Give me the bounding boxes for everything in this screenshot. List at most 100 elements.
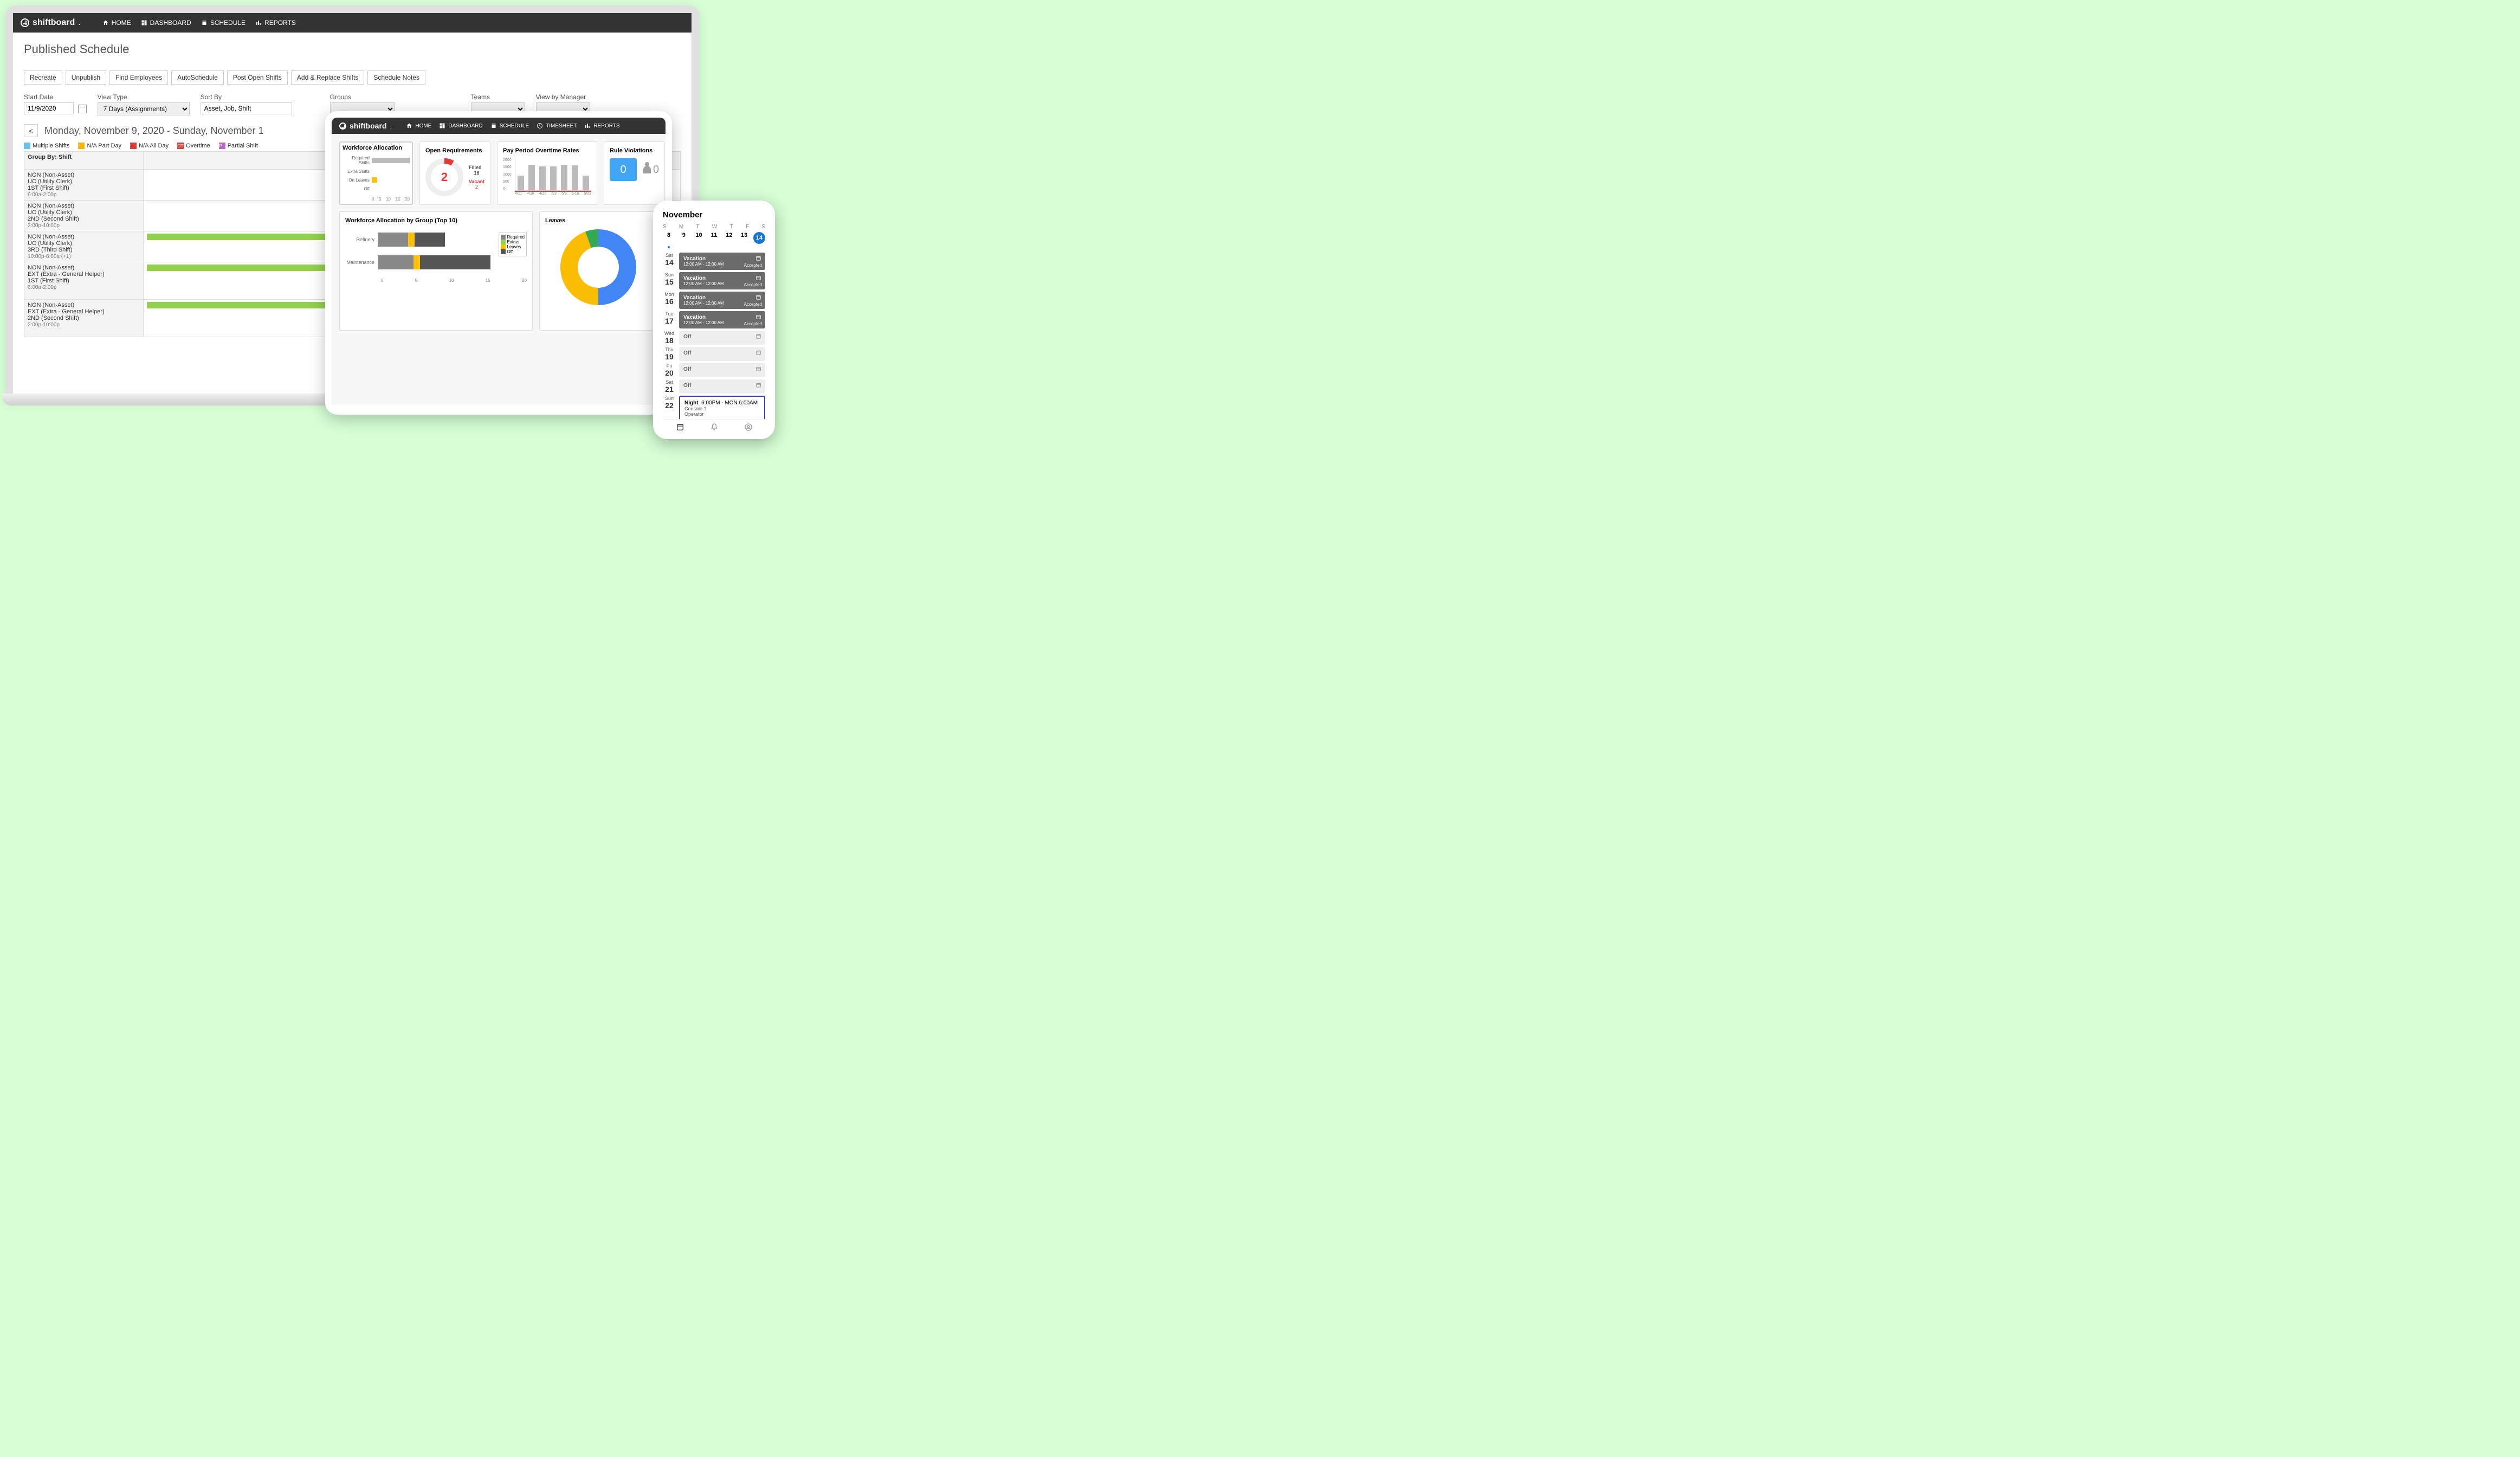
tab-notifications[interactable] bbox=[710, 423, 719, 431]
phone-tabbar bbox=[663, 419, 765, 435]
card-workforce-allocation: Workforce Allocation Required Shifts Ext… bbox=[339, 141, 413, 205]
tablet-navlinks: HOME DASHBOARD SCHEDULE TIMESHEET REPORT… bbox=[406, 123, 619, 129]
legend-na-all: !N/A All Day bbox=[130, 143, 169, 149]
wf-mini-chart: Required Shifts Extra Shifts On Leaves O… bbox=[343, 156, 410, 202]
nav-timesheet[interactable]: TIMESHEET bbox=[537, 123, 577, 129]
rule-violations-side: 0 bbox=[643, 164, 659, 176]
calendar-day-row: 891011121314 bbox=[663, 232, 765, 244]
view-type-select[interactable]: 7 Days (Assignments) bbox=[98, 102, 190, 115]
calendar-icon bbox=[676, 423, 684, 431]
clock-icon bbox=[537, 123, 543, 129]
entry-row[interactable]: Fri20Off bbox=[663, 363, 765, 377]
recreate-button[interactable]: Recreate bbox=[24, 70, 62, 85]
phone-device: November SMTWTFS 891011121314 Sat14Vacat… bbox=[653, 201, 775, 439]
sort-by-input[interactable] bbox=[201, 102, 292, 114]
view-type-label: View Type bbox=[98, 93, 190, 101]
bell-icon bbox=[710, 423, 719, 431]
phone-entries-list[interactable]: Sat14Vacation12:00 AM - 12:00 AMAccepted… bbox=[663, 253, 765, 419]
tablet-device: shiftboard. HOME DASHBOARD SCHEDULE TIME… bbox=[325, 111, 672, 415]
calendar-icon bbox=[201, 20, 208, 26]
card-leaves: Leaves bbox=[539, 211, 658, 331]
dashboard-row-1: Workforce Allocation Required Shifts Ext… bbox=[339, 141, 658, 205]
date-range-text: Monday, November 9, 2020 - Sunday, Novem… bbox=[44, 125, 264, 137]
wf-group-chart: Required Extras Leaves Off Refinery bbox=[345, 233, 527, 325]
nav-reports[interactable]: REPORTS bbox=[584, 123, 619, 129]
add-replace-shifts-button[interactable]: Add & Replace Shifts bbox=[291, 70, 364, 85]
chart-icon bbox=[584, 123, 591, 129]
unpublish-button[interactable]: Unpublish bbox=[66, 70, 106, 85]
nav-home[interactable]: HOME bbox=[406, 123, 431, 129]
card-overtime-rates: Pay Period Overtime Rates 20001500100050… bbox=[497, 141, 597, 205]
post-open-shifts-button[interactable]: Post Open Shifts bbox=[227, 70, 288, 85]
dashboard-icon bbox=[141, 20, 147, 26]
overtime-chart: 2000150010005000 4/114/184/255/25/95/165… bbox=[503, 158, 591, 196]
nav-dashboard[interactable]: DASHBOARD bbox=[141, 19, 191, 27]
calendar-day[interactable]: 9 bbox=[678, 232, 690, 244]
card-rule-violations: Rule Violations 0 0 bbox=[604, 141, 665, 205]
calendar-day[interactable]: 8 bbox=[663, 232, 675, 244]
calendar-day[interactable]: 11 bbox=[708, 232, 720, 244]
phone-month-label: November bbox=[663, 210, 765, 220]
group-by-header: Group By: Shift bbox=[24, 152, 144, 170]
tab-profile[interactable] bbox=[744, 423, 753, 431]
entry-row[interactable]: Wed18Off bbox=[663, 331, 765, 345]
chart-icon bbox=[255, 20, 262, 26]
wf-group-legend: Required Extras Leaves Off bbox=[499, 233, 527, 256]
calendar-day[interactable]: 10 bbox=[693, 232, 705, 244]
dashboard-body: Workforce Allocation Required Shifts Ext… bbox=[332, 134, 665, 405]
start-date-input[interactable] bbox=[24, 102, 74, 114]
card-wf-group: Workforce Allocation by Group (Top 10) R… bbox=[339, 211, 533, 331]
entry-row[interactable]: Thu19Off bbox=[663, 347, 765, 361]
entry-row[interactable]: Sun22Night 6:00PM - MON 6:00AMConsole 1O… bbox=[663, 396, 765, 419]
calendar-day[interactable]: 14 bbox=[753, 232, 765, 244]
page-title: Published Schedule bbox=[24, 42, 681, 56]
autoschedule-button[interactable]: AutoSchedule bbox=[171, 70, 224, 85]
person-icon bbox=[643, 166, 651, 173]
logo-icon bbox=[21, 18, 29, 27]
gauge-chart: 2 bbox=[425, 158, 463, 196]
groups-label: Groups bbox=[330, 93, 395, 101]
sort-by-label: Sort By bbox=[201, 93, 292, 101]
find-employees-button[interactable]: Find Employees bbox=[109, 70, 168, 85]
filter-sort-by: Sort By bbox=[201, 93, 292, 115]
tab-calendar[interactable] bbox=[676, 423, 684, 431]
calendar-picker-icon[interactable] bbox=[78, 105, 87, 113]
home-icon bbox=[102, 20, 109, 26]
brand-logo[interactable]: shiftboard. bbox=[339, 121, 392, 130]
entry-row[interactable]: Sun15Vacation12:00 AM - 12:00 AMAccepted bbox=[663, 272, 765, 289]
entry-row[interactable]: Mon16Vacation12:00 AM - 12:00 AMAccepted bbox=[663, 292, 765, 309]
schedule-notes-button[interactable]: Schedule Notes bbox=[367, 70, 425, 85]
nav-schedule[interactable]: SCHEDULE bbox=[201, 19, 245, 27]
calendar-icon bbox=[490, 123, 497, 129]
profile-icon bbox=[744, 423, 753, 431]
rule-violations-count: 0 bbox=[610, 158, 637, 181]
entry-row[interactable]: Sat21Off bbox=[663, 379, 765, 394]
calendar-dot-row bbox=[663, 246, 765, 248]
home-icon bbox=[406, 123, 412, 129]
legend-multiple: Multiple Shifts bbox=[24, 143, 69, 149]
filter-start-date: Start Date bbox=[24, 93, 87, 115]
brand-logo[interactable]: shiftboard. bbox=[21, 18, 81, 28]
view-by-mgr-label: View by Manager bbox=[536, 93, 590, 101]
nav-dashboard[interactable]: DASHBOARD bbox=[439, 123, 482, 129]
logo-icon bbox=[339, 123, 346, 130]
laptop-navlinks: HOME DASHBOARD SCHEDULE REPORTS bbox=[102, 19, 296, 27]
calendar-weekday-row: SMTWTFS bbox=[663, 224, 765, 230]
calendar-day[interactable]: 13 bbox=[738, 232, 750, 244]
legend-partial: PPartial Shift bbox=[219, 143, 258, 149]
phone-body: November SMTWTFS 891011121314 Sat14Vacat… bbox=[657, 205, 771, 435]
entry-row[interactable]: Sat14Vacation12:00 AM - 12:00 AMAccepted bbox=[663, 253, 765, 270]
nav-schedule[interactable]: SCHEDULE bbox=[490, 123, 529, 129]
entry-row[interactable]: Tue17Vacation12:00 AM - 12:00 AMAccepted bbox=[663, 311, 765, 328]
dashboard-row-2: Workforce Allocation by Group (Top 10) R… bbox=[339, 211, 658, 331]
prev-week-button[interactable]: < bbox=[24, 124, 38, 137]
laptop-navbar: shiftboard. HOME DASHBOARD SCHEDULE REP bbox=[13, 13, 692, 33]
leaves-donut-chart bbox=[560, 229, 636, 305]
brand-text: shiftboard bbox=[33, 18, 75, 28]
calendar-day[interactable]: 12 bbox=[723, 232, 735, 244]
toolbar: Recreate Unpublish Find Employees AutoSc… bbox=[24, 70, 681, 85]
nav-reports[interactable]: REPORTS bbox=[255, 19, 296, 27]
teams-label: Teams bbox=[471, 93, 525, 101]
legend-overtime: OTOvertime bbox=[177, 143, 210, 149]
nav-home[interactable]: HOME bbox=[102, 19, 131, 27]
